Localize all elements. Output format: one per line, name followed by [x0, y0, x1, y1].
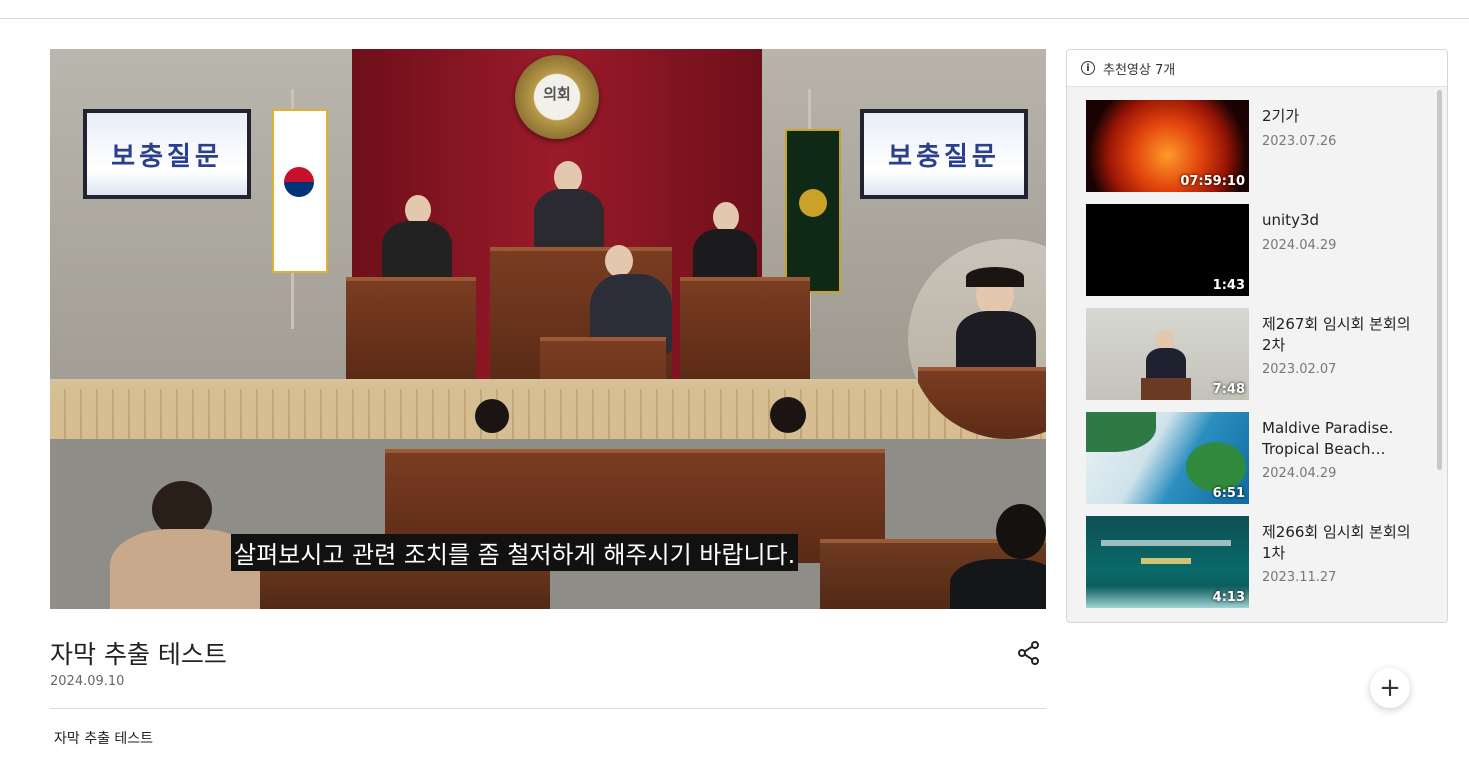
- recommended-item[interactable]: 4:13 제266회 임시회 본회의 1차 2023.11.27: [1086, 516, 1426, 608]
- video-frame: 의회 보충질문 보충질문: [50, 49, 1046, 609]
- video-duration: 4:13: [1212, 590, 1245, 605]
- recommended-date: 2023.07.26: [1262, 134, 1337, 149]
- video-title: 자막 추출 테스트: [50, 640, 227, 669]
- video-duration: 6:51: [1212, 486, 1245, 501]
- video-thumbnail[interactable]: 7:48: [1086, 308, 1249, 400]
- share-icon: [1018, 641, 1039, 665]
- recommended-header: i 추천영상 7개: [1067, 50, 1447, 87]
- recommended-panel: i 추천영상 7개 07:59:10 2기가 2023.07.26 1:43 u…: [1066, 49, 1448, 623]
- recommended-date: 2024.04.29: [1262, 466, 1337, 481]
- recommended-date: 2024.04.29: [1262, 238, 1337, 253]
- video-thumbnail[interactable]: 6:51: [1086, 412, 1249, 504]
- header-divider: [0, 18, 1469, 19]
- content-divider: [50, 708, 1046, 709]
- recommended-item[interactable]: 07:59:10 2기가 2023.07.26: [1086, 100, 1426, 192]
- council-emblem: 의회: [515, 55, 599, 139]
- recommended-title[interactable]: 제267회 임시회 본회의 2차: [1262, 314, 1422, 356]
- video-thumbnail[interactable]: 1:43: [1086, 204, 1249, 296]
- share-button[interactable]: [1016, 640, 1042, 666]
- video-thumbnail[interactable]: 07:59:10: [1086, 100, 1249, 192]
- info-icon: i: [1081, 61, 1095, 75]
- recommended-item[interactable]: 1:43 unity3d 2024.04.29: [1086, 204, 1426, 296]
- recommended-title[interactable]: 2기가: [1262, 106, 1422, 127]
- recommended-count: 추천영상 7개: [1103, 62, 1176, 78]
- recommended-date: 2023.02.07: [1262, 362, 1337, 377]
- video-duration: 7:48: [1212, 382, 1245, 397]
- video-subtitle: 살펴보시고 관련 조치를 좀 철저하게 해주시기 바랍니다.: [231, 534, 799, 571]
- video-player[interactable]: 의회 보충질문 보충질문 살펴보시고 관련 조치를 좀 철저하게 해주시기 바랍…: [50, 49, 1046, 609]
- video-date: 2024.09.10: [50, 674, 125, 689]
- plus-icon: +: [1379, 673, 1401, 703]
- video-duration: 07:59:10: [1180, 174, 1245, 189]
- recommended-date: 2023.11.27: [1262, 570, 1337, 585]
- video-thumbnail[interactable]: 4:13: [1086, 516, 1249, 608]
- video-duration: 1:43: [1212, 278, 1245, 293]
- recommended-title[interactable]: 제266회 임시회 본회의 1차: [1262, 522, 1422, 564]
- add-button[interactable]: +: [1370, 668, 1410, 708]
- recommended-title[interactable]: Maldive Paradise. Tropical Beach…: [1262, 418, 1422, 460]
- recommended-title[interactable]: unity3d: [1262, 210, 1422, 231]
- panel-scrollbar[interactable]: [1437, 90, 1442, 470]
- video-description: 자막 추출 테스트: [54, 731, 154, 747]
- recommended-item[interactable]: 7:48 제267회 임시회 본회의 2차 2023.02.07: [1086, 308, 1426, 400]
- recommended-item[interactable]: 6:51 Maldive Paradise. Tropical Beach… 2…: [1086, 412, 1426, 504]
